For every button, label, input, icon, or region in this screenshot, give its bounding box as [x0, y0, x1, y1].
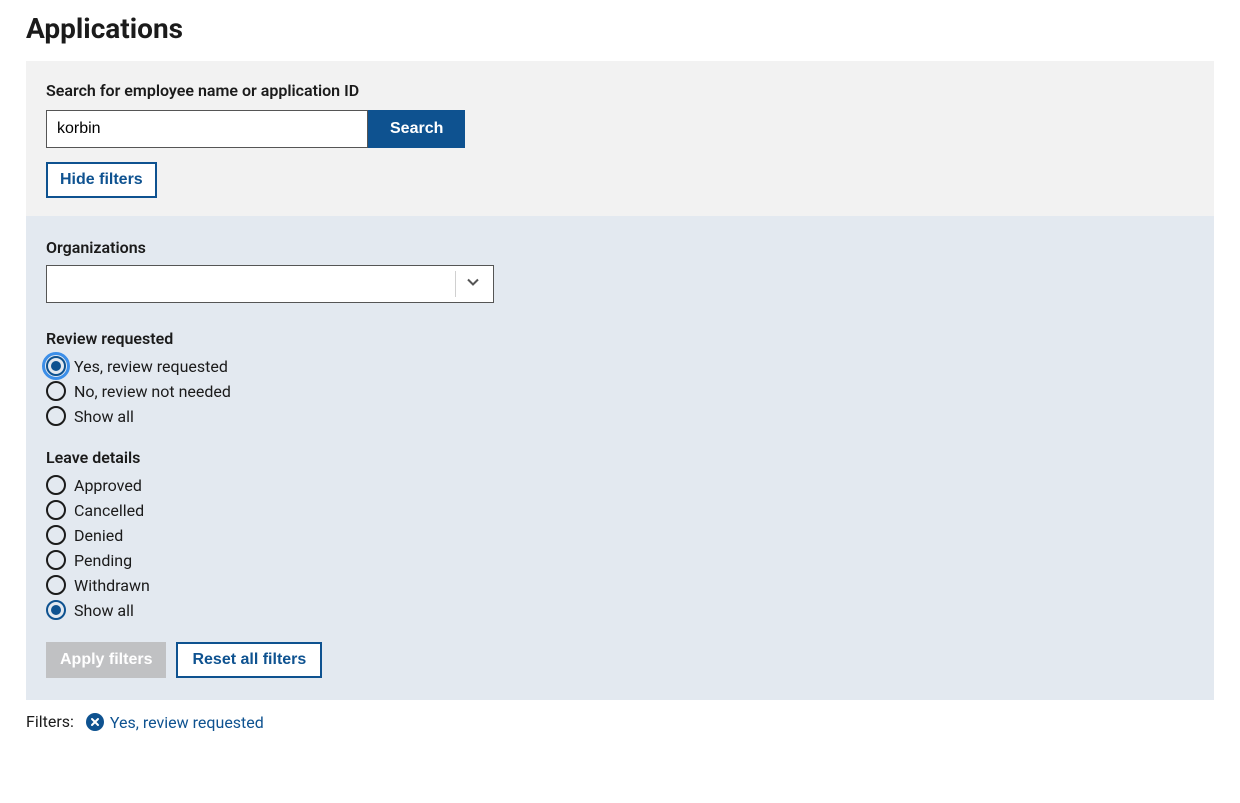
- filter-buttons: Apply filters Reset all filters: [46, 642, 1194, 678]
- leave-details-option-all[interactable]: Show all: [46, 600, 1194, 620]
- applied-filters-label: Filters:: [26, 712, 74, 731]
- organizations-select-wrap: [46, 265, 494, 303]
- organizations-select[interactable]: [46, 265, 494, 303]
- search-button[interactable]: Search: [368, 110, 465, 148]
- radio-icon: [46, 525, 66, 545]
- leave-details-option-approved[interactable]: Approved: [46, 475, 1194, 495]
- apply-filters-button: Apply filters: [46, 642, 166, 678]
- search-label: Search for employee name or application …: [46, 81, 1194, 100]
- page-title: Applications: [26, 12, 1214, 45]
- radio-label: Approved: [74, 476, 142, 495]
- radio-label: Withdrawn: [74, 576, 150, 595]
- search-row: Search: [46, 110, 1194, 148]
- leave-details-option-withdrawn[interactable]: Withdrawn: [46, 575, 1194, 595]
- radio-label: Denied: [74, 526, 123, 545]
- radio-label: No, review not needed: [74, 382, 231, 401]
- filters-panel: Organizations Review requested Yes, revi…: [26, 216, 1214, 700]
- radio-label: Yes, review requested: [74, 357, 228, 376]
- radio-icon: [46, 406, 66, 426]
- filter-chip[interactable]: Yes, review requested: [86, 713, 264, 732]
- radio-dot-icon: [51, 605, 61, 615]
- hide-filters-button[interactable]: Hide filters: [46, 162, 157, 198]
- radio-icon: [46, 356, 66, 376]
- leave-details-option-pending[interactable]: Pending: [46, 550, 1194, 570]
- leave-details-option-denied[interactable]: Denied: [46, 525, 1194, 545]
- radio-icon: [46, 575, 66, 595]
- radio-label: Show all: [74, 601, 134, 620]
- search-input[interactable]: [46, 110, 368, 148]
- organizations-label: Organizations: [46, 238, 1194, 257]
- close-icon[interactable]: [86, 713, 104, 731]
- reset-filters-button[interactable]: Reset all filters: [176, 642, 322, 678]
- radio-label: Cancelled: [74, 501, 144, 520]
- applied-filters-row: Filters: Yes, review requested: [26, 712, 1214, 732]
- leave-details-option-cancelled[interactable]: Cancelled: [46, 500, 1194, 520]
- radio-label: Pending: [74, 551, 132, 570]
- review-requested-option-all[interactable]: Show all: [46, 406, 1194, 426]
- review-requested-option-yes[interactable]: Yes, review requested: [46, 356, 1194, 376]
- radio-icon: [46, 475, 66, 495]
- review-requested-group: Review requested Yes, review requested No…: [46, 329, 1194, 426]
- leave-details-label: Leave details: [46, 448, 1194, 467]
- search-panel: Search for employee name or application …: [26, 61, 1214, 216]
- radio-icon: [46, 381, 66, 401]
- review-requested-label: Review requested: [46, 329, 1194, 348]
- radio-icon: [46, 600, 66, 620]
- review-requested-option-no[interactable]: No, review not needed: [46, 381, 1194, 401]
- radio-icon: [46, 500, 66, 520]
- filter-chip-label: Yes, review requested: [110, 713, 264, 732]
- leave-details-group: Leave details Approved Cancelled Denied Pen…: [46, 448, 1194, 620]
- radio-label: Show all: [74, 407, 134, 426]
- radio-dot-icon: [51, 361, 61, 371]
- radio-icon: [46, 550, 66, 570]
